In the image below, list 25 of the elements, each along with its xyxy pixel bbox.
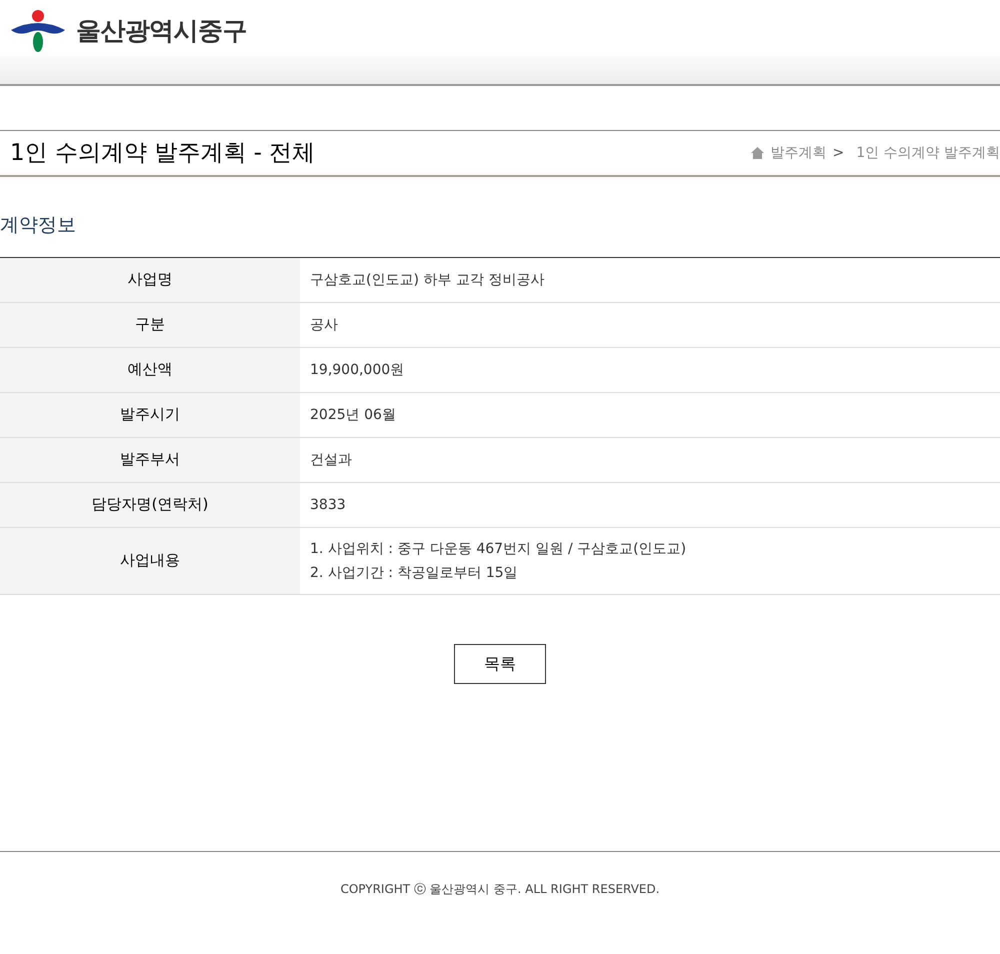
- breadcrumb-link[interactable]: 발주계획: [770, 142, 826, 164]
- row-label: 사업명: [0, 258, 300, 302]
- row-label: 발주부서: [0, 438, 300, 482]
- breadcrumb-link[interactable]: 1인 수의계약 발주계획: [856, 142, 1000, 164]
- row-label: 예산액: [0, 348, 300, 392]
- row-value: 3833: [310, 496, 347, 514]
- row-label: 발주시기: [0, 392, 300, 436]
- row-value: 건설과: [310, 450, 353, 468]
- page-title: 1인 수의계약 발주계획 - 전체: [10, 138, 316, 168]
- breadcrumb-separator: >: [832, 144, 844, 162]
- logo-text[interactable]: 울산광역시중구: [76, 12, 247, 50]
- row-label: 사업내용: [0, 528, 300, 594]
- copyright-text: COPYRIGHT ⓒ 울산광역시 중구. ALL RIGHT RESERVED.: [340, 880, 660, 898]
- row-label: 담당자명(연락처): [0, 482, 300, 526]
- row-value: 구삼호교(인도교) 하부 교각 정비공사: [310, 270, 546, 288]
- logo-icon: [10, 8, 66, 54]
- list-button[interactable]: 목록: [454, 644, 546, 684]
- row-value: 공사: [310, 316, 339, 334]
- home-icon: [751, 147, 764, 159]
- row-value: 2. 사업기간 : 착공일로부터 15일: [310, 564, 519, 582]
- row-value: 2025년 06월: [310, 406, 397, 424]
- section-title: 계약정보: [0, 213, 77, 238]
- row-value: 19,900,000원: [310, 360, 406, 378]
- row-label: 구분: [0, 302, 300, 346]
- row-value: 1. 사업위치 : 중구 다운동 467번지 일원 / 구삼호교(인도교): [310, 540, 688, 558]
